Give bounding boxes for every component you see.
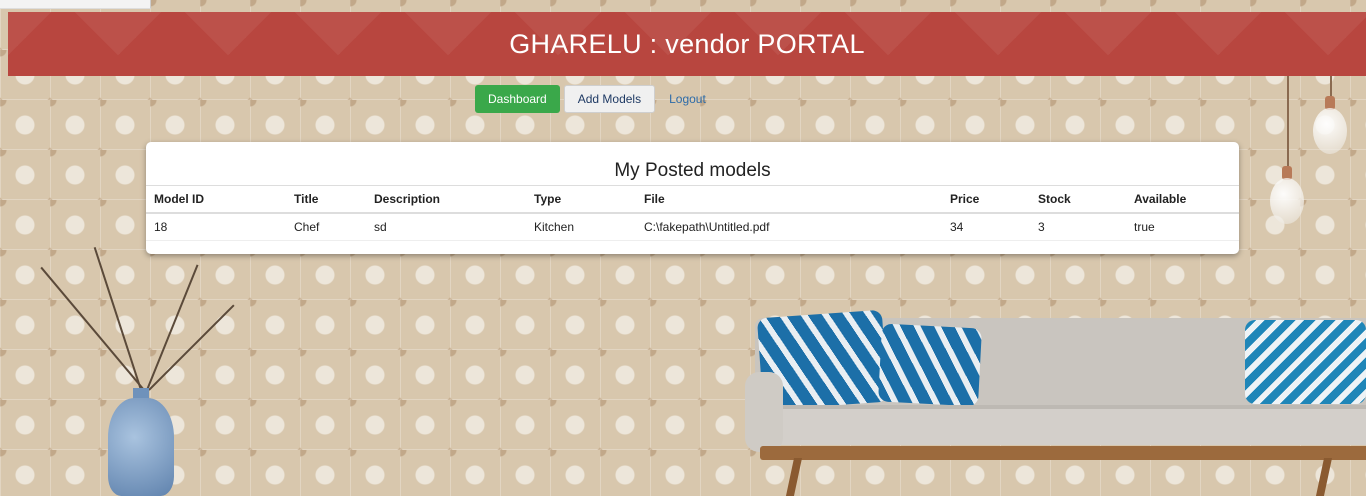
column-header-title: Title	[286, 185, 366, 214]
dashboard-button[interactable]: Dashboard	[475, 85, 560, 113]
table-header-row: Model ID Title Description Type File Pri…	[146, 185, 1239, 214]
logout-link[interactable]: Logout	[669, 92, 706, 106]
pillow	[1245, 320, 1366, 404]
cell-stock: 3	[1030, 213, 1126, 241]
light-bulb-icon	[1313, 108, 1347, 154]
panel-title: My Posted models	[614, 160, 771, 181]
branch	[146, 264, 199, 391]
branch	[40, 266, 145, 391]
models-table: Model ID Title Description Type File Pri…	[146, 185, 1239, 241]
cell-price: 34	[942, 213, 1030, 241]
cell-title: Chef	[286, 213, 366, 241]
vase	[108, 398, 174, 496]
cell-model-id: 18	[146, 213, 286, 241]
lamp-cord	[1330, 76, 1332, 96]
cell-file: C:\fakepath\Untitled.pdf	[636, 213, 942, 241]
page-header: GHARELU : vendor PORTAL	[8, 12, 1366, 76]
cell-available: true	[1126, 213, 1239, 241]
column-header-type: Type	[526, 185, 636, 214]
cell-type: Kitchen	[526, 213, 636, 241]
browser-tab-strip	[0, 0, 151, 9]
column-header-description: Description	[366, 185, 526, 214]
pillow	[878, 323, 982, 407]
page-title: GHARELU : vendor PORTAL	[509, 28, 865, 59]
table-row: 18 Chef sd Kitchen C:\fakepath\Untitled.…	[146, 213, 1239, 241]
cell-description: sd	[366, 213, 526, 241]
lamp-cord	[1287, 76, 1289, 166]
column-header-price: Price	[942, 185, 1030, 214]
sofa-leg	[1315, 458, 1333, 496]
sofa-base	[760, 446, 1366, 460]
column-header-stock: Stock	[1030, 185, 1126, 214]
column-header-file: File	[636, 185, 942, 214]
light-bulb-icon	[1270, 178, 1304, 224]
branch	[148, 304, 235, 391]
models-panel: My Posted models Model ID Title Descript…	[146, 142, 1239, 254]
add-models-button[interactable]: Add Models	[563, 85, 656, 113]
branch	[93, 247, 142, 391]
column-header-available: Available	[1126, 185, 1239, 214]
nav-bar: Dashboard Add Models Logout	[475, 85, 706, 113]
sofa-seat	[748, 405, 1366, 445]
column-header-model-id: Model ID	[146, 185, 286, 214]
sofa-leg	[785, 458, 803, 496]
sofa-arm	[745, 372, 783, 452]
